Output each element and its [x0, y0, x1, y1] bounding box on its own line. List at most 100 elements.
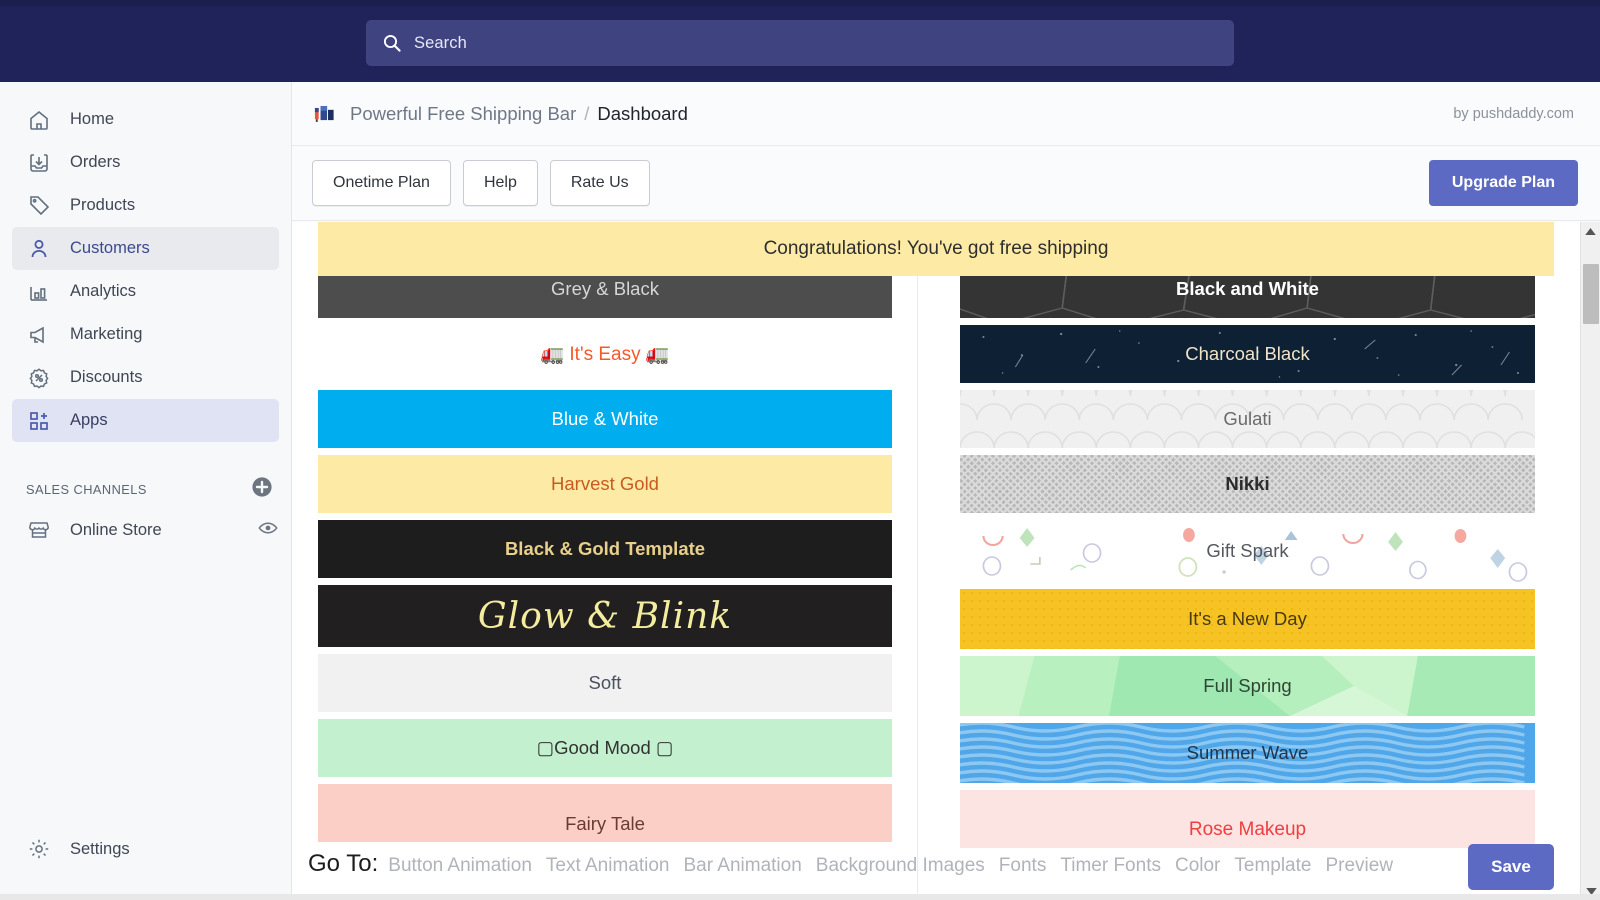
save-button[interactable]: Save	[1468, 844, 1554, 890]
template-columns: Grey & Black 🚛 It's Easy 🚛 Blue & White …	[292, 222, 1580, 900]
template-gift-spark[interactable]: Gift Spark	[960, 520, 1535, 582]
search-input[interactable]: Search	[366, 20, 1234, 66]
toolbar-row: Onetime Plan Help Rate Us Upgrade Plan	[292, 146, 1600, 221]
sidebar-item-analytics[interactable]: Analytics	[12, 270, 279, 313]
sidebar-item-label: Online Store	[70, 520, 162, 539]
template-black-gold[interactable]: Black & Gold Template	[318, 520, 892, 578]
sidebar-item-label: Products	[70, 196, 136, 214]
template-its-a-new-day[interactable]: It's a New Day	[960, 589, 1535, 649]
template-label: Grey & Black	[551, 278, 659, 299]
goto-link-preview[interactable]: Preview	[1325, 855, 1393, 877]
sidebar-item-label: Home	[70, 110, 115, 128]
template-label: Harvest Gold	[551, 473, 659, 494]
goto-link-color[interactable]: Color	[1175, 855, 1220, 877]
template-charcoal-black[interactable]: Charcoal Black	[960, 325, 1535, 383]
sidebar-item-label: Settings	[70, 839, 130, 858]
products-tag-icon	[26, 193, 52, 219]
gear-icon	[26, 836, 52, 862]
template-good-mood[interactable]: ▢Good Mood ▢	[318, 719, 892, 777]
goto-link-timer-fonts[interactable]: Timer Fonts	[1060, 855, 1161, 877]
onetime-plan-button[interactable]: Onetime Plan	[312, 160, 451, 206]
template-label: Gift Spark	[1206, 540, 1289, 561]
template-its-easy[interactable]: 🚛 It's Easy 🚛	[318, 325, 892, 383]
free-shipping-banner: Congratulations! You've got free shippin…	[318, 222, 1554, 276]
rate-us-button[interactable]: Rate Us	[549, 160, 650, 206]
main-sidebar: Home Orders Products Customers Analytics…	[0, 82, 292, 900]
template-label: Full Spring	[1203, 675, 1292, 696]
window-bottom-edge	[0, 894, 1600, 900]
sidebar-item-label: Marketing	[70, 325, 143, 343]
by-line: by pushdaddy.com	[1453, 105, 1574, 122]
sidebar-item-orders[interactable]: Orders	[12, 141, 279, 184]
upgrade-plan-button[interactable]: Upgrade Plan	[1428, 160, 1578, 206]
template-nikki[interactable]: Nikki	[960, 455, 1535, 513]
scrollbar-thumb[interactable]	[1583, 264, 1599, 324]
template-label: Black & Gold Template	[504, 538, 706, 559]
goto-link-bar-animation[interactable]: Bar Animation	[684, 855, 802, 877]
template-panel-inner: Grey & Black 🚛 It's Easy 🚛 Blue & White …	[292, 222, 1580, 900]
eye-icon[interactable]	[257, 517, 279, 544]
template-label: Gulati	[1223, 408, 1272, 429]
save-button-label: Save	[1491, 857, 1531, 876]
sidebar-item-products[interactable]: Products	[12, 184, 279, 227]
breadcrumb: Powerful Free Shipping Bar / Dashboard	[314, 103, 688, 125]
goto-link-template[interactable]: Template	[1234, 855, 1311, 877]
sales-channels-header: SALES CHANNELS	[26, 476, 273, 503]
sidebar-item-label: Customers	[70, 239, 150, 257]
template-label: Blue & White	[551, 408, 659, 429]
sidebar-nav: Home Orders Products Customers Analytics…	[0, 82, 291, 442]
goto-link-background-images[interactable]: Background Images	[816, 855, 985, 877]
goto-link-fonts[interactable]: Fonts	[999, 855, 1047, 877]
template-label: 🚛 It's Easy 🚛	[540, 344, 670, 365]
sidebar-item-label: Analytics	[70, 282, 137, 300]
vertical-scrollbar[interactable]	[1580, 222, 1600, 900]
sidebar-item-online-store[interactable]: Online Store	[12, 509, 279, 551]
sidebar-item-label: Orders	[70, 153, 121, 171]
search-icon	[382, 33, 402, 53]
marketing-megaphone-icon	[26, 322, 52, 348]
help-button[interactable]: Help	[462, 160, 538, 206]
template-label: Nikki	[1225, 473, 1270, 494]
goto-link-button-animation[interactable]: Button Animation	[388, 855, 532, 877]
template-label: Glow & Blink	[477, 595, 733, 637]
toolbar-button-group: Onetime Plan Help Rate Us	[312, 160, 650, 206]
template-rose-makeup[interactable]: Rose Makeup	[960, 790, 1535, 848]
breadcrumb-app-name[interactable]: Powerful Free Shipping Bar	[350, 103, 576, 125]
sidebar-item-discounts[interactable]: Discounts	[12, 356, 279, 399]
shipping-bar-logo-icon	[314, 103, 340, 125]
template-column-left: Grey & Black 🚛 It's Easy 🚛 Blue & White …	[292, 260, 917, 900]
page-title: Dashboard	[597, 102, 688, 124]
template-gulati[interactable]: Gulati	[960, 390, 1535, 448]
search-placeholder-text: Search	[414, 33, 467, 52]
goto-links: Button Animation Text Animation Bar Anim…	[388, 850, 1393, 877]
scrollbar-up-arrow[interactable]	[1581, 222, 1600, 240]
analytics-bars-icon	[26, 279, 52, 305]
template-summer-wave[interactable]: Summer Wave	[960, 723, 1535, 783]
plus-circle-icon[interactable]	[251, 476, 273, 503]
sidebar-item-home[interactable]: Home	[12, 98, 279, 141]
template-label: It's a New Day	[1188, 608, 1307, 629]
home-icon	[26, 107, 52, 133]
sidebar-item-marketing[interactable]: Marketing	[12, 313, 279, 356]
sidebar-item-settings[interactable]: Settings	[0, 836, 292, 862]
template-glow-blink[interactable]: Glow & Blink	[318, 585, 892, 647]
template-harvest-gold[interactable]: Harvest Gold	[318, 455, 892, 513]
template-soft[interactable]: Soft	[318, 654, 892, 712]
template-label: Summer Wave	[1186, 742, 1309, 763]
sidebar-item-customers[interactable]: Customers	[12, 227, 279, 270]
top-bar-strip	[0, 0, 1600, 6]
orders-icon	[26, 150, 52, 176]
goto-link-text-animation[interactable]: Text Animation	[546, 855, 670, 877]
template-full-spring[interactable]: Full Spring	[960, 656, 1535, 716]
discounts-percent-icon	[26, 365, 52, 391]
template-scroll-panel: Grey & Black 🚛 It's Easy 🚛 Blue & White …	[292, 222, 1600, 900]
template-fairy-tale[interactable]: Fairy Tale	[318, 784, 892, 842]
main-content-area: Powerful Free Shipping Bar / Dashboard b…	[292, 82, 1600, 900]
template-label: ▢Good Mood ▢	[536, 737, 674, 758]
customers-person-icon	[26, 236, 52, 262]
template-column-right: Black and White Charcoal Black Gulati Ni…	[935, 260, 1560, 900]
column-divider	[917, 260, 935, 900]
sidebar-item-apps[interactable]: Apps	[12, 399, 279, 442]
sidebar-item-label: Apps	[70, 411, 108, 429]
template-blue-white[interactable]: Blue & White	[318, 390, 892, 448]
